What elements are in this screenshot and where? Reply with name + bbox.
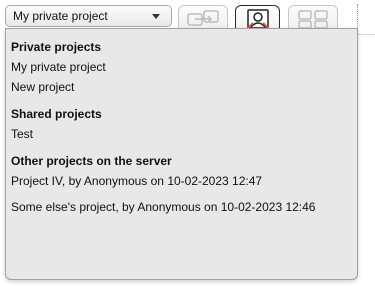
group-header-other: Other projects on the server [11,154,172,168]
menu-item-project[interactable]: New project [6,77,357,97]
menu-item-project[interactable]: Some else's project, by Anonymous on 10-… [6,197,357,217]
swap-icon [187,10,219,26]
menu-item-project[interactable]: Test [6,124,357,144]
layout-icon [298,10,328,29]
chevron-down-icon [152,13,160,19]
group-header-shared: Shared projects [11,107,102,121]
app-window: My private project Private projects My p… [0,0,375,286]
side-panel [358,34,375,286]
group-header-private: Private projects [11,40,102,54]
menu-item-project[interactable]: My private project [6,57,357,77]
menu-item-project[interactable]: Project IV, by Anonymous on 10-02-2023 1… [6,171,357,191]
project-select-value: My private project [13,9,108,23]
project-select[interactable]: My private project [5,5,172,27]
project-dropdown-menu: Private projects My private project New … [5,28,358,280]
